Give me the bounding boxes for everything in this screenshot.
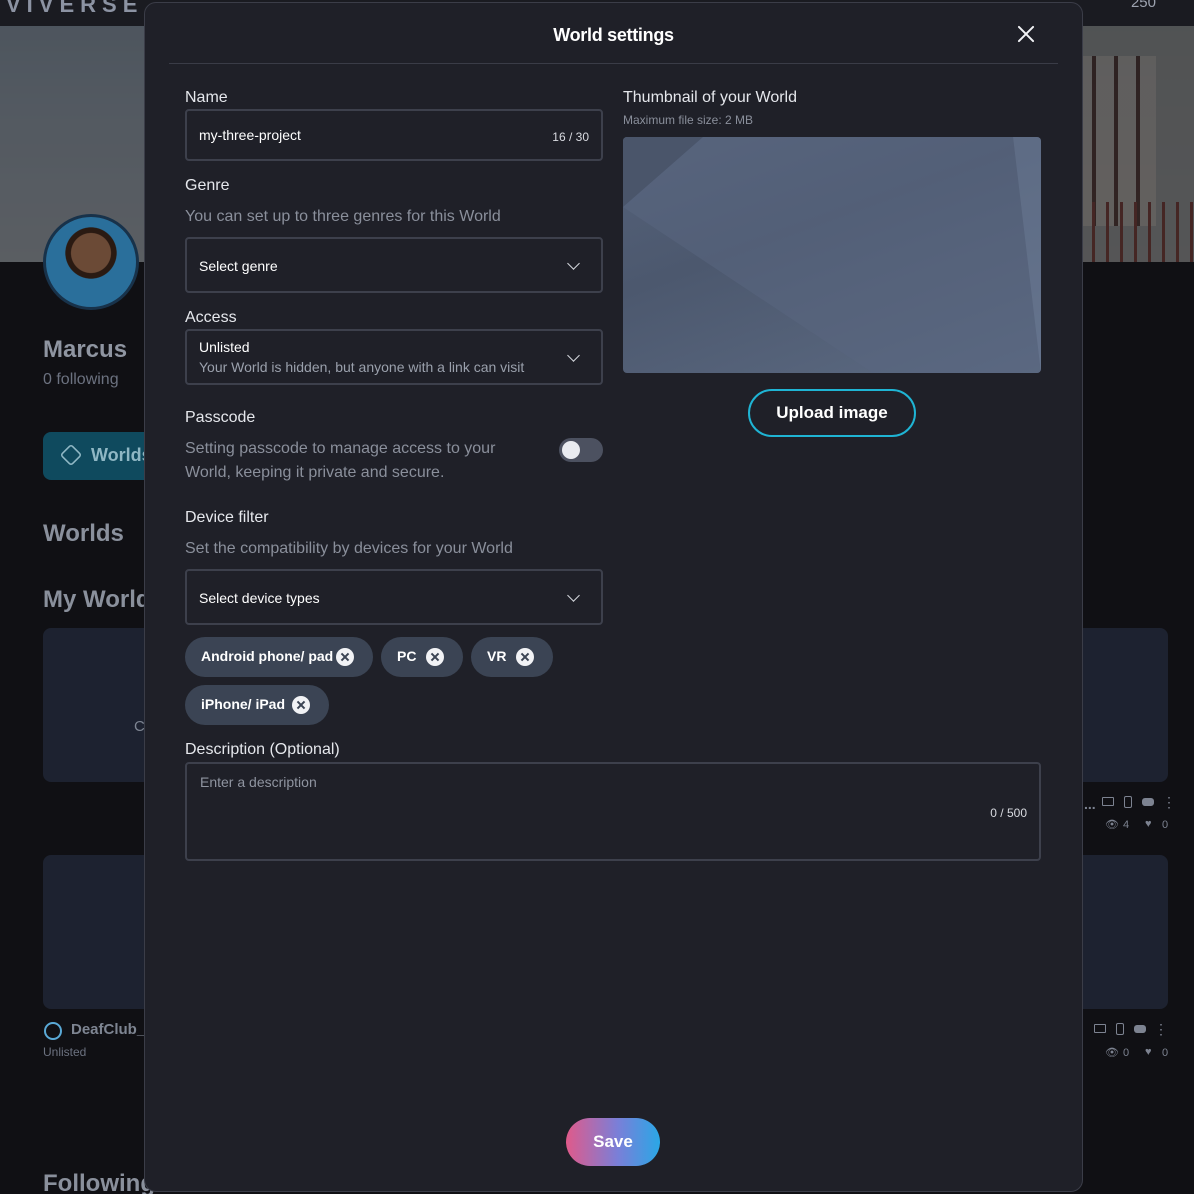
remove-chip-icon[interactable] — [292, 696, 310, 714]
section-title-worlds: Worlds — [43, 520, 124, 547]
access-value: Unlisted — [199, 339, 250, 355]
genre-label: Genre — [185, 177, 230, 194]
views-count: 0 — [1123, 1047, 1130, 1059]
likes-count: 0 — [1162, 819, 1169, 831]
access-label: Access — [185, 309, 237, 326]
remove-chip-icon[interactable] — [336, 648, 354, 666]
genre-helper: You can set up to three genres for this … — [185, 208, 501, 225]
chevron-down-icon — [567, 349, 580, 362]
description-placeholder: Enter a description — [200, 774, 317, 790]
header-divider — [169, 63, 1058, 64]
description-label: Description (Optional) — [185, 741, 340, 758]
remove-chip-icon[interactable] — [516, 648, 534, 666]
save-button[interactable]: Save — [566, 1118, 660, 1166]
device-chip-vr: VR — [471, 637, 553, 677]
world-card-title[interactable]: DeafClub_ — [71, 1021, 145, 1038]
world-card-thumbnail[interactable] — [1075, 628, 1168, 782]
more-menu-icon[interactable]: ⋮ — [1154, 1021, 1168, 1038]
avatar[interactable] — [43, 214, 139, 310]
views-count: 4 — [1123, 819, 1130, 831]
access-select[interactable]: Unlisted Your World is hidden, but anyon… — [185, 329, 603, 385]
device-filter-helper: Set the compatibility by devices for you… — [185, 540, 513, 557]
device-type-select[interactable]: Select device types — [185, 569, 603, 625]
device-chip-android: Android phone/ pad — [185, 637, 373, 677]
worlds-tab-label: Worlds — [91, 445, 152, 465]
name-field[interactable]: my-three-project 16 / 30 — [185, 109, 603, 161]
genre-select[interactable]: Select genre — [185, 237, 603, 293]
phone-icon — [1116, 1023, 1124, 1035]
passcode-toggle[interactable] — [559, 438, 603, 462]
more-menu-icon[interactable]: ⋮ — [1162, 794, 1176, 811]
world-settings-dialog: World settings Name my-three-project 16 … — [144, 2, 1083, 1192]
following-count[interactable]: 0 following — [43, 371, 119, 389]
name-label: Name — [185, 89, 228, 106]
dialog-title: World settings — [553, 25, 674, 45]
ellipsis-text: ... — [1084, 796, 1096, 812]
chip-label: iPhone/ iPad — [201, 696, 286, 712]
vr-icon — [1134, 1025, 1146, 1033]
chevron-down-icon — [567, 257, 580, 270]
device-chip-iphone: iPhone/ iPad — [185, 685, 329, 725]
chip-label: VR — [487, 648, 507, 664]
likes-icon: ♥ — [1145, 818, 1152, 830]
name-value: my-three-project — [199, 127, 301, 143]
device-type-placeholder: Select device types — [199, 590, 320, 606]
views-icon: 👁 — [1105, 819, 1119, 831]
phone-icon — [1124, 796, 1132, 808]
chip-label: Android phone/ pad — [201, 648, 334, 664]
pc-icon — [1094, 1024, 1106, 1033]
thumbnail-preview — [623, 137, 1041, 373]
world-card-thumbnail[interactable] — [43, 855, 153, 1009]
profile-name: Marcus — [43, 336, 128, 363]
views-icon: 👁 — [1105, 1047, 1119, 1059]
name-char-counter: 16 / 30 — [552, 130, 589, 144]
worlds-icon — [59, 443, 83, 467]
chevron-down-icon — [567, 589, 580, 602]
likes-icon: ♥ — [1145, 1046, 1152, 1058]
pc-icon — [1102, 797, 1114, 806]
coin-balance[interactable]: 250 — [1131, 0, 1156, 11]
vr-icon — [1142, 798, 1154, 806]
description-textarea[interactable]: Enter a description 0 / 500 — [185, 762, 1041, 861]
thumbnail-helper: Maximum file size: 2 MB — [623, 113, 754, 127]
world-logo-icon — [44, 1022, 62, 1040]
chip-label: PC — [397, 648, 417, 664]
section-title-following: Following — [43, 1170, 155, 1194]
toggle-knob — [562, 441, 580, 459]
world-card-thumbnail[interactable] — [1075, 855, 1168, 1009]
passcode-helper-line1: Setting passcode to manage access to you… — [185, 440, 496, 457]
upload-image-button[interactable]: Upload image — [748, 389, 916, 437]
section-title-my-worlds: My World — [43, 586, 151, 613]
genre-placeholder: Select genre — [199, 258, 278, 274]
access-description: Your World is hidden, but anyone with a … — [199, 359, 525, 375]
thumbnail-label: Thumbnail of your World — [623, 89, 797, 106]
banner-railing — [1064, 202, 1194, 262]
world-card-thumbnail[interactable] — [43, 628, 153, 782]
close-icon[interactable] — [1013, 21, 1039, 47]
device-chip-pc: PC — [381, 637, 463, 677]
device-filter-label: Device filter — [185, 509, 269, 526]
description-char-counter: 0 / 500 — [990, 806, 1027, 820]
passcode-label: Passcode — [185, 409, 256, 426]
brand-logo[interactable]: VIVERSE — [6, 0, 143, 18]
likes-count: 0 — [1162, 1047, 1169, 1059]
banner-building-right — [1064, 20, 1194, 262]
remove-chip-icon[interactable] — [426, 648, 444, 666]
world-card-status: Unlisted — [43, 1045, 87, 1059]
passcode-helper-line2: World, keeping it private and secure. — [185, 464, 445, 481]
